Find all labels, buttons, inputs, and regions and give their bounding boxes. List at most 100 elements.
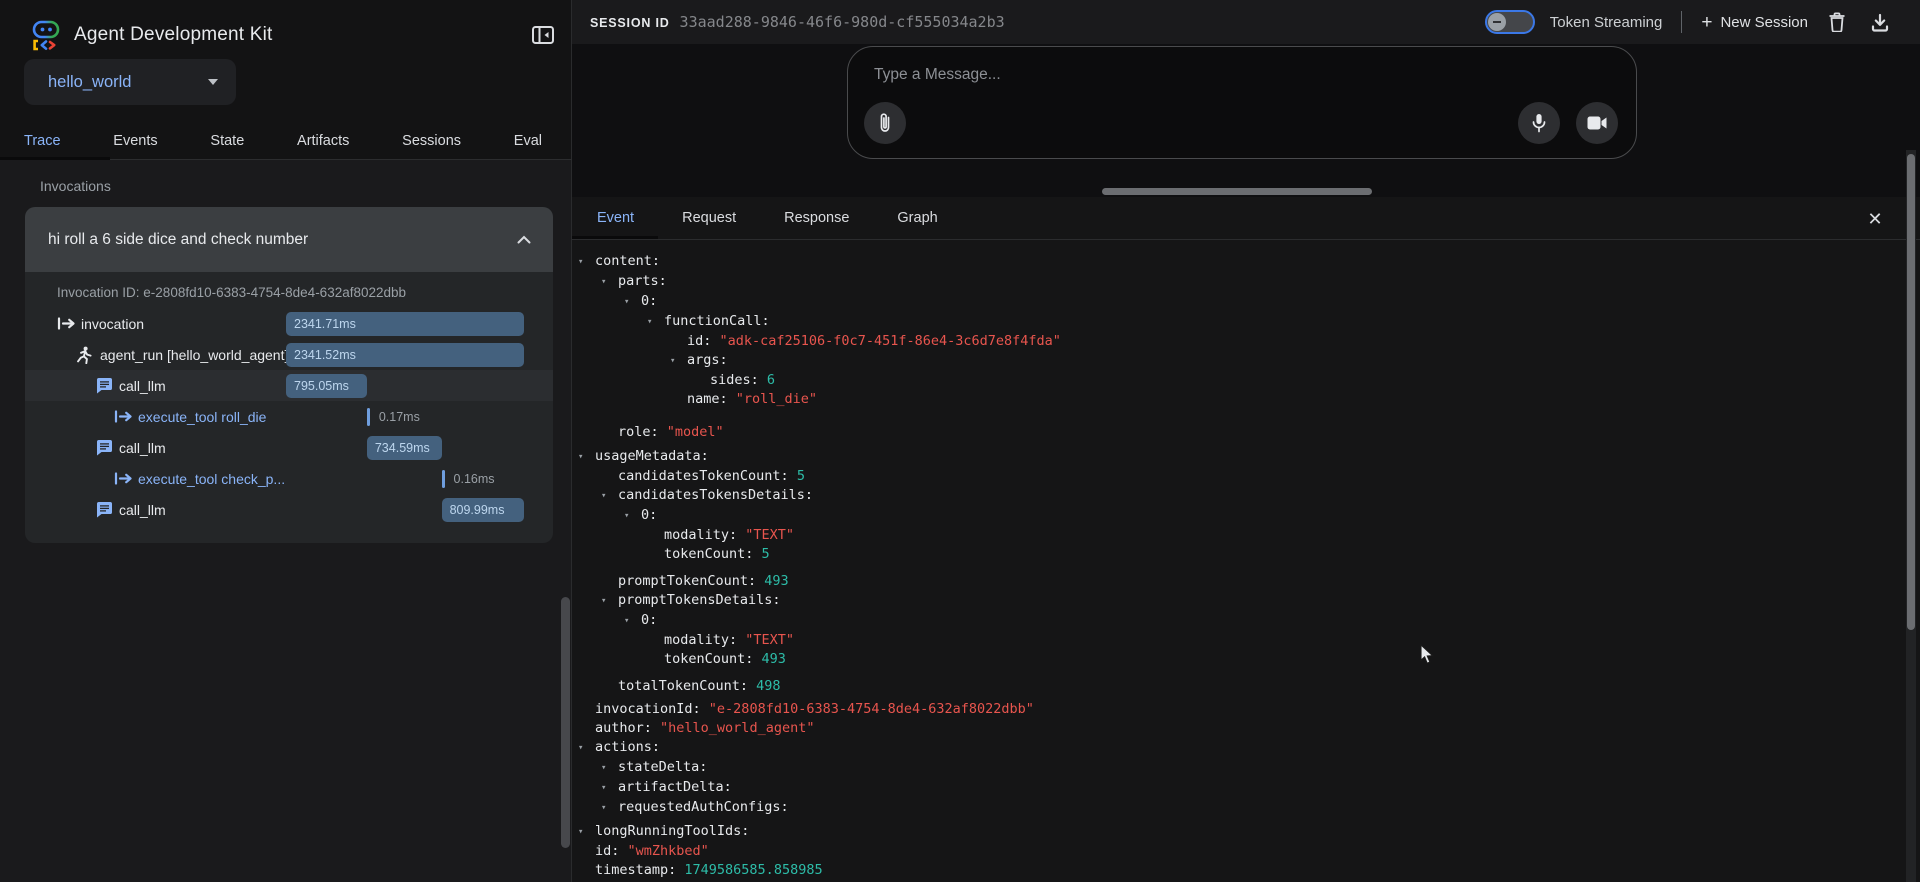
token-streaming-toggle[interactable] bbox=[1485, 10, 1535, 34]
json-value: "hello_world_agent" bbox=[652, 720, 815, 736]
tab-eval[interactable]: Eval bbox=[514, 133, 542, 149]
tab-artifacts[interactable]: Artifacts bbox=[297, 133, 349, 149]
export-session-icon[interactable] bbox=[1866, 8, 1894, 36]
detail-tab-response[interactable]: Response bbox=[784, 210, 849, 226]
json-value: 5 bbox=[789, 468, 805, 484]
start-arrow-icon bbox=[57, 317, 81, 330]
json-line-tokenCount: tokenCount: 493 bbox=[572, 650, 1902, 669]
json-value: 493 bbox=[756, 573, 789, 589]
json-value: "roll_die" bbox=[728, 391, 817, 407]
json-value: "e-2808fd10-6383-4754-8de4-632af8022dbb" bbox=[701, 701, 1034, 717]
json-key: promptTokensDetails: bbox=[618, 592, 781, 608]
tab-state[interactable]: State bbox=[210, 133, 244, 149]
json-key: candidatesTokensDetails: bbox=[618, 487, 813, 503]
json-line-role: role: "model" bbox=[572, 423, 1902, 442]
session-id-value: 33aad288-9846-46f6-980d-cf555034a2b3 bbox=[680, 13, 1005, 31]
event-json-tree: ▾content:▾parts:▾0:▾functionCall:id: "ad… bbox=[572, 241, 1902, 882]
trace-span-execute_tool[interactable]: execute_tool roll_die0.17ms bbox=[25, 401, 553, 432]
trace-span-call_llm[interactable]: call_llm734.59ms bbox=[25, 432, 553, 463]
message-input-box[interactable]: Type a Message... bbox=[847, 46, 1637, 159]
expand-toggle-icon[interactable]: ▾ bbox=[601, 487, 618, 506]
json-line-content: ▾content: bbox=[572, 252, 1902, 272]
agent-select-value: hello_world bbox=[48, 73, 208, 92]
left-panel-header: Agent Development Kit hello_world bbox=[0, 0, 571, 122]
message-input-placeholder: Type a Message... bbox=[874, 66, 1001, 84]
span-label: agent_run [hello_world_agent] bbox=[100, 347, 288, 363]
session-topbar: SESSION ID 33aad288-9846-46f6-980d-cf555… bbox=[572, 0, 1920, 44]
json-value: 1749586585.858985 bbox=[676, 862, 822, 878]
start-arrow-icon bbox=[114, 472, 138, 485]
duration-bar: 2341.71ms bbox=[286, 312, 524, 336]
chat-area: Type a Message... bbox=[572, 44, 1920, 197]
json-line-0: ▾0: bbox=[572, 292, 1902, 312]
json-line-modality: modality: "TEXT" bbox=[572, 526, 1902, 545]
duration-tick bbox=[367, 408, 370, 426]
invocation-card[interactable]: hi roll a 6 side dice and check number bbox=[25, 207, 553, 272]
expand-toggle-icon[interactable]: ▾ bbox=[670, 352, 687, 371]
expand-toggle-icon[interactable]: ▾ bbox=[578, 448, 595, 467]
right-scrollbar-thumb[interactable] bbox=[1907, 154, 1915, 630]
expand-toggle-icon[interactable]: ▾ bbox=[624, 293, 641, 312]
span-label: call_llm bbox=[119, 440, 166, 456]
video-camera-icon[interactable] bbox=[1576, 102, 1618, 144]
json-key: modality: bbox=[664, 632, 737, 648]
trace-span-call_llm[interactable]: call_llm795.05ms bbox=[25, 370, 553, 401]
trace-waterfall: Invocation ID: e-2808fd10-6383-4754-8de4… bbox=[25, 272, 553, 543]
new-session-label: New Session bbox=[1720, 14, 1808, 31]
agent-select[interactable]: hello_world bbox=[24, 59, 236, 105]
chat-icon bbox=[95, 439, 119, 457]
expand-toggle-icon[interactable]: ▾ bbox=[601, 592, 618, 611]
json-line-id: id: "wmZhkbed" bbox=[572, 842, 1902, 861]
left-panel-scrollbar[interactable] bbox=[561, 597, 570, 848]
delete-session-icon[interactable] bbox=[1823, 8, 1851, 36]
expand-toggle-icon[interactable]: ▾ bbox=[601, 273, 618, 292]
attach-file-icon[interactable] bbox=[864, 102, 906, 144]
tab-trace[interactable]: Trace bbox=[24, 133, 61, 149]
microphone-icon[interactable] bbox=[1518, 102, 1560, 144]
expand-toggle-icon[interactable]: ▾ bbox=[578, 253, 595, 272]
tab-sessions[interactable]: Sessions bbox=[402, 133, 461, 149]
chat-horizontal-scrollbar[interactable] bbox=[1102, 188, 1372, 195]
span-label: execute_tool check_p... bbox=[138, 471, 285, 487]
json-key: tokenCount: bbox=[664, 651, 753, 667]
detail-tab-event[interactable]: Event bbox=[597, 210, 634, 226]
tab-events[interactable]: Events bbox=[113, 133, 157, 149]
trace-section: Invocations hi roll a 6 side dice and ch… bbox=[0, 160, 571, 882]
expand-toggle-icon[interactable]: ▾ bbox=[624, 507, 641, 526]
json-value: "model" bbox=[659, 424, 724, 440]
json-value: "TEXT" bbox=[737, 632, 794, 648]
json-value: "TEXT" bbox=[737, 527, 794, 543]
expand-toggle-icon[interactable]: ▾ bbox=[601, 759, 618, 778]
trace-span-invocation[interactable]: invocation2341.71ms bbox=[25, 308, 553, 339]
expand-toggle-icon[interactable]: ▾ bbox=[578, 739, 595, 758]
duration-label: 0.16ms bbox=[454, 470, 495, 488]
duration-label: 0.17ms bbox=[379, 408, 420, 426]
close-icon[interactable]: ✕ bbox=[1862, 206, 1888, 232]
json-key: content: bbox=[595, 253, 660, 269]
expand-toggle-icon[interactable]: ▾ bbox=[601, 799, 618, 818]
json-key: longRunningToolIds: bbox=[595, 823, 749, 839]
json-line-functionCall: ▾functionCall: bbox=[572, 312, 1902, 332]
token-streaming-label: Token Streaming bbox=[1550, 14, 1663, 31]
detail-tab-graph[interactable]: Graph bbox=[897, 210, 937, 226]
expand-toggle-icon[interactable]: ▾ bbox=[624, 612, 641, 631]
detail-tab-request[interactable]: Request bbox=[682, 210, 736, 226]
expand-toggle-icon[interactable]: ▾ bbox=[578, 823, 595, 842]
json-line-parts: ▾parts: bbox=[572, 272, 1902, 292]
expand-toggle-icon[interactable]: ▾ bbox=[647, 313, 664, 332]
json-line-candidatesTokenCount: candidatesTokenCount: 5 bbox=[572, 467, 1902, 486]
chat-icon bbox=[95, 377, 119, 395]
json-key: id: bbox=[595, 843, 619, 859]
new-session-button[interactable]: + New Session bbox=[1701, 13, 1808, 32]
trace-span-agent_run[interactable]: agent_run [hello_world_agent]2341.52ms bbox=[25, 339, 553, 370]
expand-toggle-icon[interactable]: ▾ bbox=[601, 779, 618, 798]
json-key: artifactDelta: bbox=[618, 779, 732, 795]
collapse-panel-icon[interactable] bbox=[528, 20, 558, 50]
json-line-usageMetadata: ▾usageMetadata: bbox=[572, 447, 1902, 467]
main-area: SESSION ID 33aad288-9846-46f6-980d-cf555… bbox=[572, 0, 1920, 882]
adk-robot-logo-icon bbox=[27, 16, 65, 54]
trace-span-execute_tool[interactable]: execute_tool check_p... 0.16ms bbox=[25, 463, 553, 494]
trace-span-call_llm[interactable]: call_llm809.99ms bbox=[25, 494, 553, 525]
plus-icon: + bbox=[1701, 13, 1712, 32]
json-line-args: ▾args: bbox=[572, 351, 1902, 371]
